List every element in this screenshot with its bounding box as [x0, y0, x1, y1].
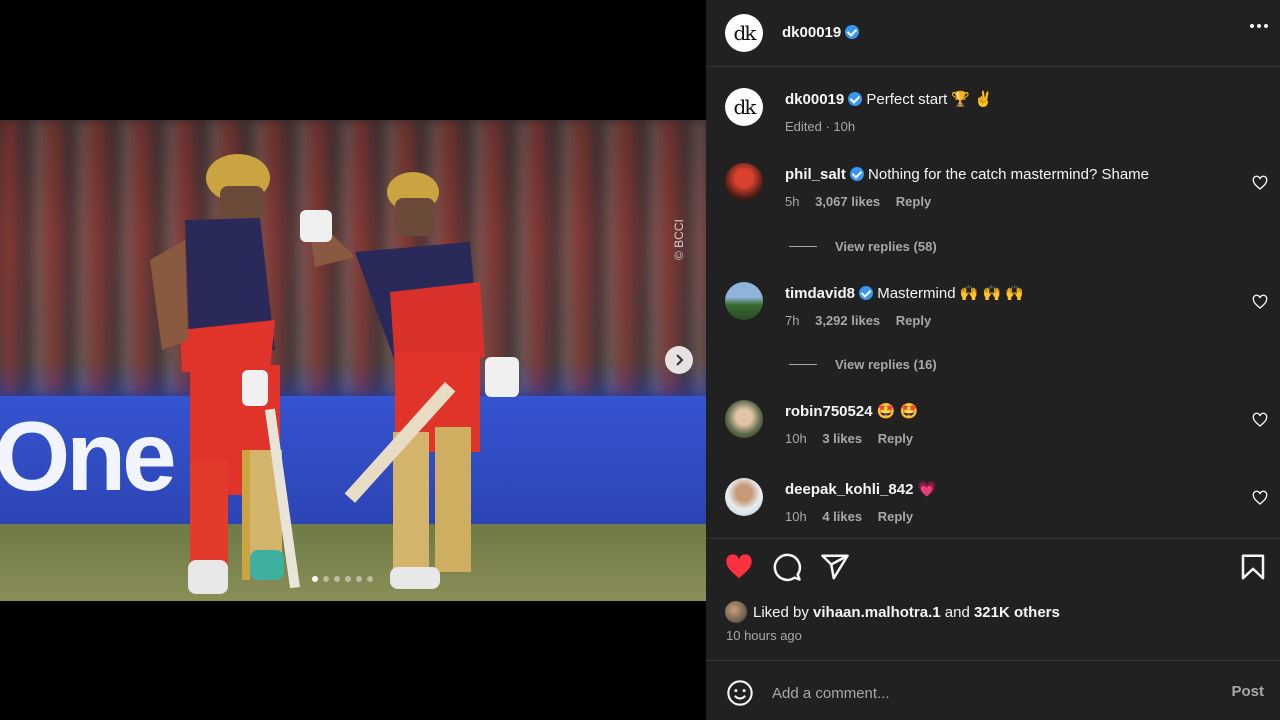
heart-filled-icon[interactable] — [724, 552, 754, 582]
player-right — [300, 172, 519, 589]
comment-likes[interactable]: 3,067 likes — [815, 194, 880, 209]
comment-text: 💗 — [917, 481, 937, 498]
caption-avatar[interactable]: dk — [725, 88, 763, 126]
caption-text-line: dk00019 Perfect start 🏆 ✌ — [785, 90, 993, 110]
comment-username[interactable]: phil_salt — [785, 166, 846, 183]
more-icon — [1250, 24, 1254, 28]
comment-icon[interactable] — [772, 552, 802, 582]
caption-username[interactable]: dk00019 — [785, 91, 844, 108]
board-text: One — [0, 401, 177, 511]
comment-meta: 7h 3,292 likes Reply — [785, 313, 943, 328]
author-avatar[interactable]: dk — [725, 14, 763, 52]
verified-badge-icon — [849, 167, 864, 181]
comment-text-line: deepak_kohli_842 💗 — [785, 480, 936, 500]
header-divider — [706, 66, 1280, 67]
post-comment-button[interactable]: Post — [1231, 683, 1264, 700]
comment-username[interactable]: robin750524 — [785, 403, 873, 420]
liked-prefix: Liked by — [753, 603, 809, 621]
view-replies-label[interactable]: View replies (58) — [835, 239, 937, 254]
caption-text: Perfect start 🏆 ✌ — [866, 91, 993, 108]
more-options-button[interactable] — [1250, 24, 1268, 28]
liker-avatar[interactable] — [725, 601, 747, 623]
comment-time: 10h — [785, 431, 807, 446]
comment-text: Nothing for the catch mastermind? Shame — [868, 166, 1150, 183]
comment-input[interactable] — [772, 681, 1172, 705]
view-replies-button[interactable]: View replies (16) — [789, 357, 937, 372]
view-replies-button[interactable]: View replies (58) — [789, 239, 937, 254]
liked-and: and — [944, 603, 970, 621]
verified-badge-icon — [845, 25, 860, 39]
heart-outline-icon[interactable] — [1252, 294, 1268, 310]
carousel-dot — [334, 576, 340, 582]
comment-meta: 5h 3,067 likes Reply — [785, 194, 943, 209]
comment-time: 10h — [785, 509, 807, 524]
carousel-indicator — [312, 576, 373, 582]
carousel-dot — [345, 576, 351, 582]
reply-button[interactable]: Reply — [878, 509, 913, 524]
carousel-dot — [323, 576, 329, 582]
comment-text-line: timdavid8 Mastermind 🙌 🙌 🙌 — [785, 284, 1024, 304]
reply-line — [789, 364, 817, 365]
reply-button[interactable]: Reply — [878, 431, 913, 446]
chevron-right-icon — [676, 354, 684, 366]
more-icon-dot — [1264, 24, 1268, 28]
heart-outline-icon[interactable] — [1252, 175, 1268, 191]
next-media-button[interactable] — [665, 346, 693, 374]
comment-composer: Post — [706, 661, 1280, 720]
liker-username[interactable]: vihaan.malhotra.1 — [813, 604, 941, 621]
caption-meta: Edited · 10h — [785, 119, 856, 134]
reply-button[interactable]: Reply — [896, 313, 931, 328]
comment-likes[interactable]: 4 likes — [822, 509, 862, 524]
liked-by-line: Liked by vihaan.malhotra.1 and 321K othe… — [725, 601, 1060, 623]
comment-username[interactable]: deepak_kohli_842 — [785, 481, 913, 498]
carousel-dot — [356, 576, 362, 582]
post-actions — [724, 552, 1265, 584]
post-time: 10 hours ago — [726, 628, 802, 643]
share-icon[interactable] — [820, 552, 850, 582]
author-username[interactable]: dk00019 — [782, 24, 841, 41]
commenter-avatar[interactable] — [725, 478, 763, 516]
verified-badge-icon — [848, 92, 863, 106]
comment-time: 5h — [785, 194, 800, 209]
emoji-icon[interactable] — [726, 679, 754, 707]
comment-likes[interactable]: 3,292 likes — [815, 313, 880, 328]
commenter-avatar[interactable] — [725, 163, 763, 201]
post-photo[interactable]: One © BCCI — [0, 120, 706, 601]
watermark: © BCCI — [672, 219, 686, 260]
comment-meta: 10h 3 likes Reply — [785, 431, 925, 446]
commenter-avatar[interactable] — [725, 400, 763, 438]
carousel-dot — [367, 576, 373, 582]
reply-line — [789, 246, 817, 247]
heart-outline-icon[interactable] — [1252, 490, 1268, 506]
commenter-avatar[interactable] — [725, 282, 763, 320]
comment-meta: 10h 4 likes Reply — [785, 509, 925, 524]
actions-divider — [706, 538, 1280, 539]
reply-button[interactable]: Reply — [896, 194, 931, 209]
comment-likes[interactable]: 3 likes — [822, 431, 862, 446]
likes-count[interactable]: 321K others — [974, 604, 1060, 621]
comment-text-line: robin750524 🤩 🤩 — [785, 402, 918, 422]
heart-outline-icon[interactable] — [1252, 412, 1268, 428]
author-username-wrap[interactable]: dk00019 — [782, 24, 860, 42]
comment-text-line: phil_salt Nothing for the catch mastermi… — [785, 165, 1149, 185]
more-icon-dot — [1257, 24, 1261, 28]
comment-time: 7h — [785, 313, 800, 328]
view-replies-label[interactable]: View replies (16) — [835, 357, 937, 372]
comment-text: Mastermind 🙌 🙌 🙌 — [877, 285, 1025, 302]
post-media-area: One © BCCI — [0, 0, 706, 720]
post-details-panel: dk dk00019 dk dk00019 Perfect start 🏆 ✌ … — [706, 0, 1280, 720]
post-header: dk dk00019 — [706, 0, 1280, 66]
carousel-dot — [312, 576, 318, 582]
comment-username[interactable]: timdavid8 — [785, 285, 855, 302]
bookmark-icon[interactable] — [1238, 552, 1268, 582]
comment-text: 🤩 🤩 — [876, 403, 919, 420]
verified-badge-icon — [859, 286, 874, 300]
instagram-post-modal: One © BCCI dk dk00019 dk dk00019 Perfect… — [0, 0, 1280, 720]
